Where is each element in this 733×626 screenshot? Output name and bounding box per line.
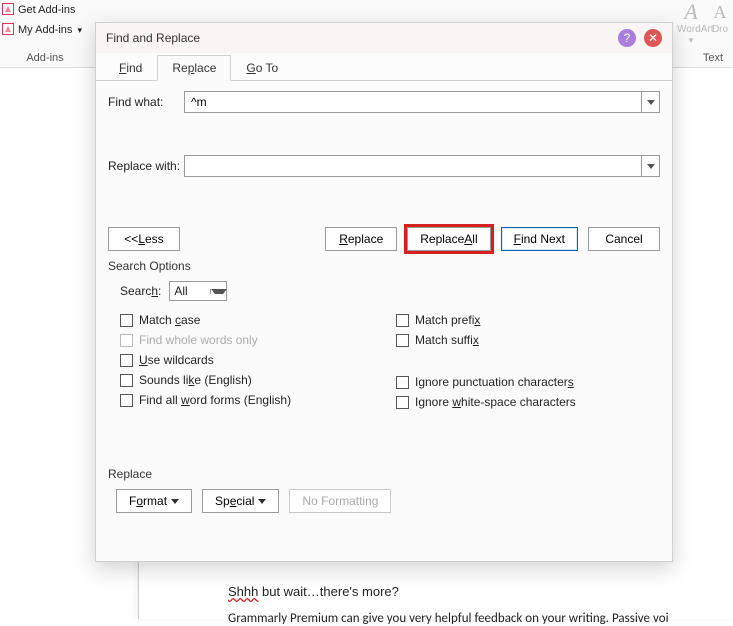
search-label: Search: xyxy=(120,284,161,298)
wordart-button[interactable]: A WordArt ▾ xyxy=(677,0,705,46)
my-addins-button[interactable]: My Add-ins ▾ xyxy=(0,20,90,40)
find-what-input[interactable] xyxy=(185,93,641,111)
wordart-icon: A xyxy=(677,0,705,24)
find-what-label: Find what: xyxy=(108,95,184,109)
match-case-checkbox[interactable]: Match case xyxy=(120,313,384,327)
replace-section-label: Replace xyxy=(108,467,660,481)
search-options-label: Search Options xyxy=(108,259,660,273)
chevron-down-icon xyxy=(211,289,227,294)
replace-with-combo[interactable] xyxy=(184,155,660,177)
ribbon-group-addins: Add-ins xyxy=(0,52,90,64)
addins-icon xyxy=(2,3,14,15)
search-scope-value: All xyxy=(170,284,210,298)
replace-with-dropdown[interactable] xyxy=(641,156,659,176)
no-formatting-button: No Formatting xyxy=(289,489,391,513)
word-forms-checkbox[interactable]: Find all word forms (English) xyxy=(120,393,384,407)
dialog-tabs: Find Replace Go To xyxy=(96,53,672,81)
whole-words-checkbox: Find whole words only xyxy=(120,333,384,347)
wildcards-checkbox[interactable]: Use wildcards xyxy=(120,353,384,367)
find-what-dropdown[interactable] xyxy=(641,92,659,112)
help-icon[interactable]: ? xyxy=(618,29,636,47)
tab-find[interactable]: Find xyxy=(104,55,157,81)
wordart-label: WordArt xyxy=(677,24,714,35)
cancel-button[interactable]: Cancel xyxy=(588,227,660,251)
match-suffix-checkbox[interactable]: Match suffix xyxy=(396,333,660,347)
dialog-titlebar[interactable]: Find and Replace ? ✕ xyxy=(96,23,672,53)
addins-icon xyxy=(2,23,14,35)
spell-error[interactable]: Shhh xyxy=(228,584,258,599)
ignore-punctuation-checkbox[interactable]: Ignore punctuation characters xyxy=(396,375,660,389)
ignore-whitespace-checkbox[interactable]: Ignore white-space characters xyxy=(396,395,660,409)
chevron-down-icon xyxy=(171,499,179,504)
format-menu-button[interactable]: Format xyxy=(116,489,192,513)
tab-replace[interactable]: Replace xyxy=(157,55,231,81)
dropcap-label: Dro xyxy=(712,24,728,35)
chevron-down-icon xyxy=(258,499,266,504)
tab-goto[interactable]: Go To xyxy=(231,55,293,81)
search-scope-combo[interactable]: All xyxy=(169,281,227,301)
sounds-like-checkbox[interactable]: Sounds like (English) xyxy=(120,373,384,387)
get-addins-label: Get Add-ins xyxy=(18,4,75,16)
dialog-title: Find and Replace xyxy=(106,31,200,45)
find-what-combo[interactable] xyxy=(184,91,660,113)
chevron-down-icon xyxy=(647,100,655,105)
replace-with-label: Replace with: xyxy=(108,159,184,173)
chevron-down-icon xyxy=(647,164,655,169)
find-next-button[interactable]: Find Next xyxy=(501,227,578,251)
get-addins-button[interactable]: Get Add-ins xyxy=(0,0,90,20)
document-line-1[interactable]: Shhh but wait…there's more? xyxy=(228,584,399,600)
replace-with-input[interactable] xyxy=(185,157,641,175)
match-prefix-checkbox[interactable]: Match prefix xyxy=(396,313,660,327)
my-addins-label: My Add-ins xyxy=(18,24,72,36)
replace-all-button[interactable]: Replace All xyxy=(407,227,490,251)
find-replace-dialog: Find and Replace ? ✕ Find Replace Go To … xyxy=(95,22,673,562)
dropcap-button[interactable]: A Dro xyxy=(711,0,729,46)
dropcap-icon: A xyxy=(711,0,729,24)
replace-button[interactable]: Replace xyxy=(325,227,397,251)
close-icon[interactable]: ✕ xyxy=(644,29,662,47)
less-button[interactable]: << Less xyxy=(108,227,180,251)
ribbon-group-text: Text xyxy=(693,52,733,64)
special-menu-button[interactable]: Special xyxy=(202,489,279,513)
